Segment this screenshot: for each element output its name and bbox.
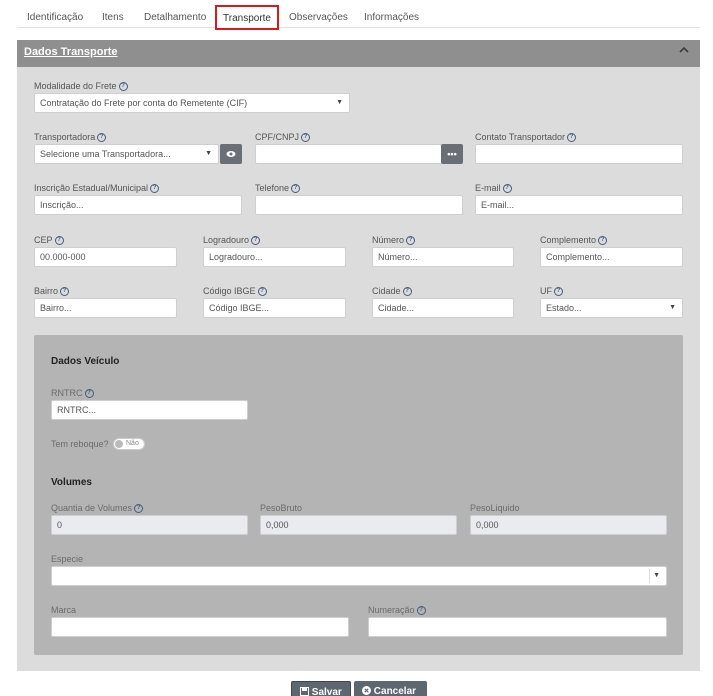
cancel-button[interactable]: Cancelar [354,681,427,696]
species-label: Especie [51,554,84,564]
trailer-toggle[interactable]: Não [113,438,145,450]
contact-input[interactable] [475,144,683,164]
cancel-label: Cancelar [373,686,417,696]
email-label: E-mail? [475,183,512,194]
tab-informacoes[interactable]: Informações [364,12,419,23]
chevron-up-icon[interactable] [678,44,690,59]
uf-placeholder: Estado... [546,303,582,313]
help-icon[interactable]: ? [567,133,577,143]
eye-icon [226,150,236,160]
volumes-title: Volumes [51,477,92,488]
district-input[interactable]: Bairro... [34,298,177,318]
cpf-input[interactable] [255,144,442,164]
help-icon[interactable]: ? [150,184,160,194]
contact-label: Contato Transportador? [475,132,577,143]
cep-label: CEP? [34,235,64,246]
district-label: Bairro? [34,286,70,297]
help-icon[interactable]: ? [118,82,128,92]
help-icon[interactable]: ? [97,133,107,143]
cep-input[interactable]: 00.000-000 [34,247,177,267]
state-registration-label: Inscrição Estadual/Municipal? [34,183,160,194]
species-select[interactable]: ▼ [51,566,667,586]
save-label: Salvar [311,687,342,696]
help-icon[interactable]: ? [406,236,416,246]
gross-weight-label: PesoBruto [260,503,303,513]
brand-input[interactable] [51,617,349,637]
state-registration-input[interactable]: Inscrição... [34,195,242,215]
help-icon[interactable]: ? [84,389,94,399]
select-divider [649,569,650,583]
quantity-label: Quantia de Volumes? [51,503,144,514]
freight-select[interactable]: Contratação do Frete por conta do Remete… [34,93,350,113]
email-input[interactable]: E-mail... [475,195,683,215]
tab-transporte[interactable]: Transporte [215,5,279,30]
gross-weight-input[interactable]: 0,000 [260,515,457,535]
net-weight-input[interactable]: 0,000 [470,515,667,535]
phone-input[interactable] [255,195,463,215]
help-icon[interactable]: ? [291,184,301,194]
help-icon[interactable]: ? [301,133,311,143]
panel-title[interactable]: Dados Transporte [24,46,118,58]
toggle-text: Não [126,440,139,447]
help-icon[interactable]: ? [598,236,608,246]
number-input[interactable]: Número... [372,247,514,267]
numbering-input[interactable] [368,617,667,637]
uf-label: UF? [540,286,563,297]
caret-down-icon: ▼ [336,99,343,106]
complement-input[interactable]: Complemento... [540,247,683,267]
help-icon[interactable]: ? [502,184,512,194]
caret-down-icon: ▼ [653,572,660,579]
freight-value: Contratação do Frete por conta do Remete… [40,98,248,108]
quantity-input[interactable]: 0 [51,515,248,535]
trailer-label: Tem reboque? [51,439,109,449]
cpf-label: CPF/CNPJ? [255,132,311,143]
ellipsis-icon: ••• [447,149,457,159]
help-icon[interactable]: ? [54,236,64,246]
complement-label: Complemento? [540,235,608,246]
ibge-input[interactable]: Código IBGE... [203,298,346,318]
rntrc-label: RNTRC? [51,388,94,399]
number-label: Número? [372,235,416,246]
street-label: Logradouro? [203,235,261,246]
toggle-knob [115,440,123,448]
rntrc-input[interactable]: RNTRC... [51,400,248,420]
floppy-disk-icon [300,687,312,696]
help-icon[interactable]: ? [60,287,70,297]
help-icon[interactable]: ? [134,504,144,514]
help-icon[interactable]: ? [251,236,261,246]
net-weight-label: PesoLiquido [470,503,520,513]
panel-header[interactable]: Dados Transporte [17,40,700,67]
tab-itens[interactable]: Itens [102,12,124,23]
vehicle-title: Dados Veículo [51,356,120,367]
carrier-placeholder: Selecione uma Transportadora... [40,149,171,159]
view-carrier-button[interactable] [220,144,242,164]
street-input[interactable]: Logradouro... [203,247,346,267]
phone-label: Telefone? [255,183,301,194]
save-button[interactable]: Salvar [291,681,351,696]
cpf-lookup-button[interactable]: ••• [441,144,463,164]
caret-down-icon: ▼ [205,150,212,157]
help-icon[interactable]: ? [554,287,563,297]
x-circle-icon [362,686,374,696]
help-icon[interactable]: ? [257,287,267,297]
carrier-select[interactable]: Selecione uma Transportadora... ▼ [34,144,219,164]
transport-panel: Dados Transporte Modalidade do Frete? Co… [17,40,700,671]
numbering-label: Numeração? [368,605,426,616]
tab-detalhamento[interactable]: Detalhamento [144,12,206,23]
caret-down-icon: ▼ [669,304,676,311]
uf-select[interactable]: Estado... ▼ [540,298,683,318]
ibge-label: Código IBGE? [203,286,267,297]
freight-label: Modalidade do Frete? [34,81,128,92]
tab-identificacao[interactable]: Identificação [27,12,83,23]
city-label: Cidade? [372,286,412,297]
help-icon[interactable]: ? [402,287,412,297]
vehicle-section: Dados Veículo RNTRC? RNTRC... Tem reboqu… [34,335,683,655]
tab-bar: Identificação Itens Detalhamento Transpo… [17,4,700,30]
city-input[interactable]: Cidade... [372,298,514,318]
help-icon[interactable]: ? [416,606,426,616]
tab-observacoes[interactable]: Observações [289,12,348,23]
carrier-label: Transportadora? [34,132,107,143]
brand-label: Marca [51,605,77,615]
